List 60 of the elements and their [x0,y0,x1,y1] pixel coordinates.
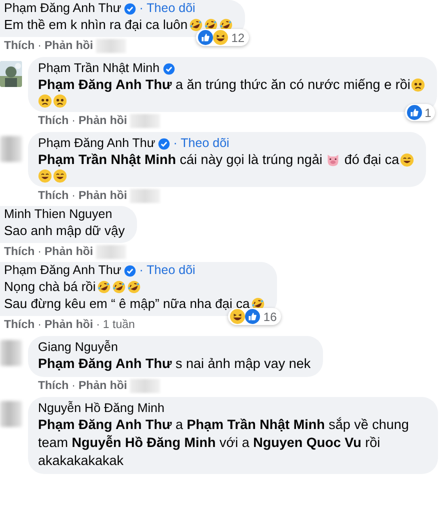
haha-reaction-icon [213,30,228,45]
rolling-laughing-emoji-icon [188,18,203,32]
author-name[interactable]: Giang Nguyễn [38,340,118,355]
follow-link[interactable]: · Theo dõi [139,1,196,16]
sad-emoji-icon [38,94,52,108]
haha-reaction-icon [230,309,246,324]
like-reaction-icon [406,105,422,120]
comment-action-link[interactable]: Thích [38,189,69,203]
comment-text: Phạm Trần Nhật Minh cái này gọi là trúng ngải [38,151,322,169]
sad-emoji-icon [411,78,426,92]
reaction-summary[interactable]: 12 [196,29,249,46]
separator-dot: · [38,245,42,259]
comment-action-link[interactable]: Phản hồi [44,39,94,53]
comment-text: đó đại ca [344,151,400,169]
rolling-laughing-emoji-icon [112,280,126,294]
rolling-laughing-emoji-icon [126,280,141,294]
blurred-avatar [0,340,22,366]
comment-text: Em thề em k nhìn ra đại ca luôn [4,16,188,33]
separator-dot: · [38,39,42,53]
comment-action-link[interactable]: Thích [4,39,35,53]
separator-dot: · [72,114,76,128]
grinning-emoji-icon [53,169,67,183]
author-name[interactable]: Phạm Đăng Anh Thư [38,136,156,151]
blurred-avatar [0,401,22,427]
separator-dot: · [72,379,76,393]
reaction-summary[interactable]: 1 [404,104,436,121]
comment-action-link[interactable]: Phản hồi [44,318,94,332]
author-name[interactable]: Nguyễn Hồ Đăng Minh [38,401,164,416]
author-name[interactable]: Minh Thien Nguyen [4,207,112,222]
like-reaction-icon [198,30,214,45]
sad-emoji-icon [53,94,67,108]
separator-dot: · [96,318,100,332]
comment-text: Sao anh mập dữ vậy [4,222,125,239]
author-name[interactable]: Phạm Trần Nhật Minh [38,61,160,76]
comment-action-link[interactable]: Phản hồi [44,245,94,259]
reaction-summary[interactable]: 16 [228,308,281,325]
comment-action-link[interactable]: Thích [4,318,35,332]
grinning-emoji-icon [400,153,414,167]
author-name[interactable]: Phạm Đăng Anh Thư [4,263,122,278]
comment-action-link[interactable]: Phản hồi [78,189,128,203]
comment-action-link[interactable]: Thích [38,114,69,128]
comment-action-link[interactable]: Thích [38,379,69,393]
comment-text: Nọng chà bá rồi [4,278,96,295]
follow-link[interactable]: · Theo dõi [173,136,230,151]
like-reaction-icon [245,309,260,324]
comment-time[interactable]: 1 tuần [102,318,135,332]
separator-dot: · [72,189,76,203]
comment-action-link[interactable]: Phản hồi [78,379,128,393]
comment-text: Phạm Đăng Anh Thư a Phạm Trần Nhật Minh sắp về chung team Nguyễn Hồ Đăng Minh với a Nguyen Quoc Vu rồi akakakakakak [38,416,410,470]
blurred-avatar [0,136,22,162]
comment-action-link[interactable]: Phản hồi [78,114,128,128]
pig-emoji-icon [326,153,340,167]
grinning-emoji-icon [38,169,52,183]
follow-link[interactable]: · Theo dõi [139,263,196,278]
comment-text: Phạm Đăng Anh Thư s nai ảnh mập vay nek [38,355,311,373]
comment-text: Phạm Đăng Anh Thư a ăn trúng thức ăn có nước miếng e rồi [38,76,410,94]
comment-action-link[interactable]: Thích [4,245,35,259]
rolling-laughing-emoji-icon [96,280,111,294]
separator-dot: · [38,318,42,332]
author-name[interactable]: Phạm Đăng Anh Thư [4,1,122,16]
